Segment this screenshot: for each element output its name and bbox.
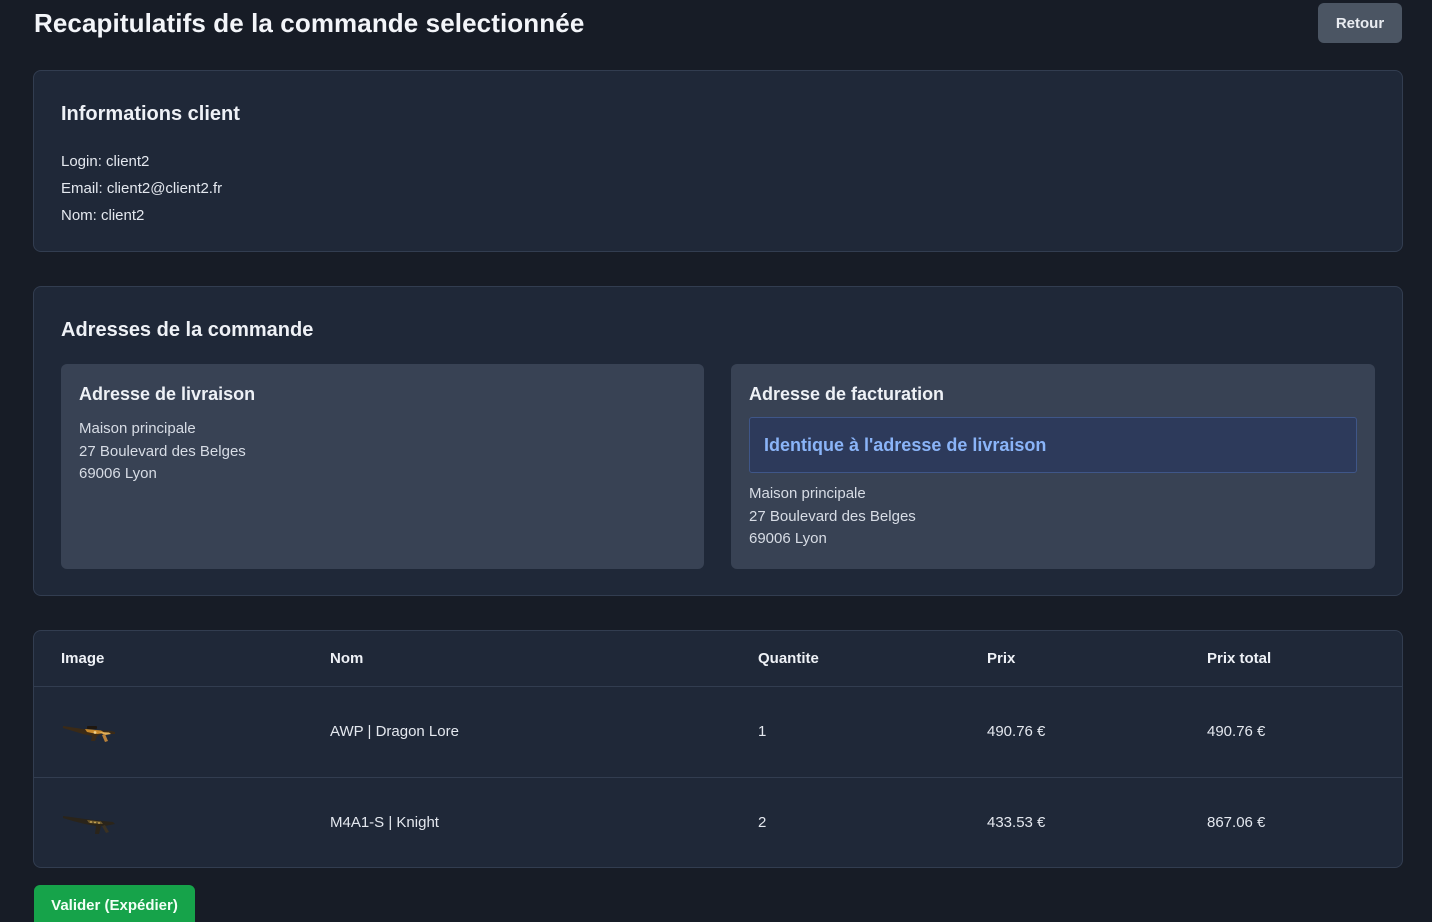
billing-address-line: 69006 Lyon [749,530,827,547]
product-total-price: 867.06 € [1207,776,1402,867]
addresses-heading: Adresses de la commande [61,319,314,341]
product-price: 433.53 € [987,776,1207,867]
back-button[interactable]: Retour [1318,3,1402,43]
order-items-card: Image Nom Quantite Prix Prix total AWP |… [33,630,1403,868]
delivery-address-line: 27 Boulevard des Belges [79,442,246,460]
order-items-table: Image Nom Quantite Prix Prix total AWP |… [34,631,1402,867]
order-summary-page: Recapitulatifs de la commande selectionn… [0,0,1432,922]
column-header-price: Prix [987,631,1207,687]
product-quantity: 2 [758,776,987,867]
delivery-address-heading: Adresse de livraison [79,384,256,404]
table-row: AWP | Dragon Lore 1 490.76 € 490.76 € [34,686,1402,777]
client-name: Nom: client2 [61,207,145,224]
table-row: M4A1-S | Knight 2 433.53 € 867.06 € [34,776,1402,867]
billing-address-box: Adresse de facturation Identique à l'adr… [731,364,1375,569]
product-name: M4A1-S | Knight [330,776,758,867]
client-login: Login: client2 [61,153,150,170]
billing-address-lines: Maison principale 27 Boulevard des Belge… [749,483,1357,551]
product-image-cell [34,776,330,867]
m4a1s-rifle-icon [63,815,115,834]
column-header-image: Image [34,631,330,687]
column-header-total: Prix total [1207,631,1402,687]
product-image-cell [34,686,330,777]
client-info-card: Informations client Login: client2 Email… [33,70,1403,252]
awp-rifle-icon [63,725,115,742]
column-header-name: Nom [330,631,758,687]
address-grid: Adresse de livraison Maison principale 2… [61,364,1375,569]
page-title: Recapitulatifs de la commande selectionn… [34,8,585,38]
client-info-lines: Login: client2 Email: client2@client2.fr… [61,148,1375,229]
column-header-quantity: Quantite [758,631,987,687]
delivery-address-line: 69006 Lyon [79,465,157,482]
delivery-address-box: Adresse de livraison Maison principale 2… [61,364,704,569]
billing-address-line: 27 Boulevard des Belges [749,507,916,525]
product-quantity: 1 [758,723,767,740]
delivery-address-lines: Maison principale 27 Boulevard des Belge… [79,418,686,486]
validate-ship-button[interactable]: Valider (Expédier) [34,885,195,922]
product-total-price: 490.76 € [1207,723,1266,740]
product-name: AWP | Dragon Lore [330,723,459,740]
billing-address-line: Maison principale [749,485,866,502]
table-header-row: Image Nom Quantite Prix Prix total [34,631,1402,687]
product-price: 490.76 € [987,723,1046,740]
same-as-delivery-notice: Identique à l'adresse de livraison [749,417,1357,473]
client-info-heading: Informations client [61,103,240,125]
order-addresses-card: Adresses de la commande Adresse de livra… [33,286,1403,596]
delivery-address-line: Maison principale [79,420,196,437]
billing-address-heading: Adresse de facturation [749,384,945,404]
client-email: Email: client2@client2.fr [61,180,223,197]
top-bar: Recapitulatifs de la commande selectionn… [34,0,1402,56]
